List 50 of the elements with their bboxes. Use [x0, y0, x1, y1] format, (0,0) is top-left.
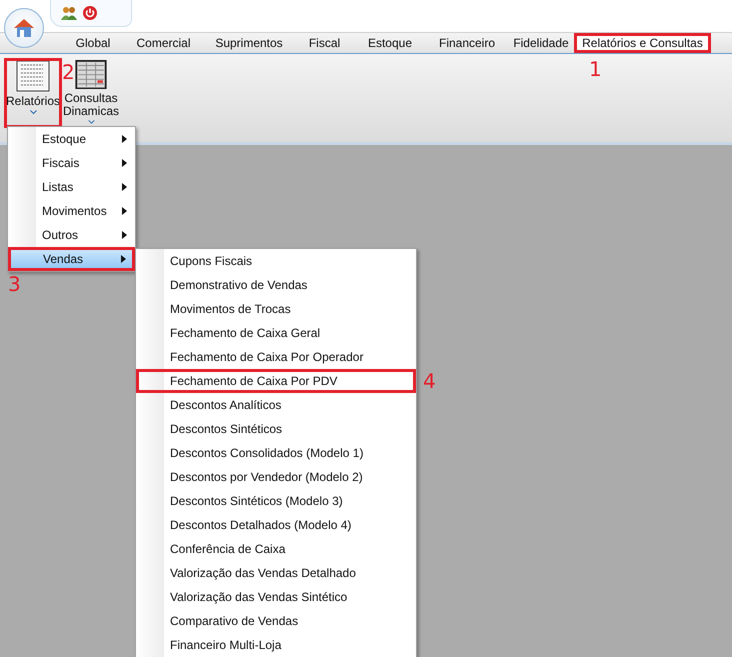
menu-item[interactable]: Movimentos — [8, 199, 135, 223]
menu-item[interactable]: Vendas — [8, 247, 135, 271]
menu-item[interactable]: Conferência de Caixa — [136, 537, 416, 561]
menu-item[interactable]: Fiscais — [8, 151, 135, 175]
ribbon-tab[interactable]: Estoque — [354, 33, 426, 53]
menu-item[interactable]: Estoque — [8, 127, 135, 151]
ribbon-tab[interactable]: Suprimentos — [203, 33, 295, 53]
menu-item[interactable]: Descontos Consolidados (Modelo 1) — [136, 441, 416, 465]
menu-item[interactable]: Financeiro Multi-Loja — [136, 633, 416, 657]
ribbon-tab[interactable]: Relatórios e Consultas — [574, 33, 711, 53]
ribbon-tab[interactable]: Comercial — [124, 33, 203, 53]
ribbon-tab[interactable]: Fiscal — [295, 33, 354, 53]
menu-item[interactable]: Fechamento de Caixa Geral — [136, 321, 416, 345]
ribbon-button[interactable]: Relatórios — [4, 58, 62, 128]
users-icon[interactable] — [61, 6, 77, 20]
menu-item[interactable]: Fechamento de Caixa Por PDV — [136, 369, 416, 393]
ribbon-tab[interactable]: Fidelidade — [508, 33, 574, 53]
submenu-arrow-icon — [122, 183, 127, 191]
callout-number: 2 — [62, 62, 75, 82]
menu-item[interactable]: Descontos Sintéticos (Modelo 3) — [136, 489, 416, 513]
menu-item[interactable]: Descontos Analíticos — [136, 393, 416, 417]
callout-number: 3 — [8, 274, 21, 294]
chevron-down-icon — [88, 120, 94, 125]
submenu-arrow-icon — [122, 207, 127, 215]
callout-number: 4 — [423, 371, 436, 391]
menu-item[interactable]: Descontos Sintéticos — [136, 417, 416, 441]
submenu-arrow-icon — [122, 231, 127, 239]
menu-item[interactable]: Descontos por Vendedor (Modelo 2) — [136, 465, 416, 489]
menu-item[interactable]: Movimentos de Trocas — [136, 297, 416, 321]
document-icon — [16, 60, 50, 92]
ribbon-tab[interactable]: Financeiro — [426, 33, 508, 53]
power-icon[interactable] — [83, 6, 97, 20]
menu-item[interactable]: Cupons Fiscais — [136, 249, 416, 273]
home-button[interactable] — [4, 8, 44, 48]
callout-number: 1 — [589, 59, 602, 79]
menu-item[interactable]: Valorização das Vendas Detalhado — [136, 561, 416, 585]
submenu-arrow-icon — [122, 135, 127, 143]
submenu-arrow-icon — [122, 159, 127, 167]
house-icon — [13, 18, 35, 38]
menu-item[interactable]: Listas — [8, 175, 135, 199]
spreadsheet-icon — [74, 60, 108, 90]
menu-item[interactable]: Descontos Detalhados (Modelo 4) — [136, 513, 416, 537]
menu-item[interactable]: Valorização das Vendas Sintético — [136, 585, 416, 609]
menu-item[interactable]: Demonstrativo de Vendas — [136, 273, 416, 297]
menu-item[interactable]: Outros — [8, 223, 135, 247]
ribbon-tab[interactable]: Global — [62, 33, 124, 53]
chevron-down-icon — [30, 110, 36, 115]
menu-item[interactable]: Fechamento de Caixa Por Operador — [136, 345, 416, 369]
submenu-arrow-icon — [121, 255, 126, 263]
menu-item[interactable]: Comparativo de Vendas — [136, 609, 416, 633]
